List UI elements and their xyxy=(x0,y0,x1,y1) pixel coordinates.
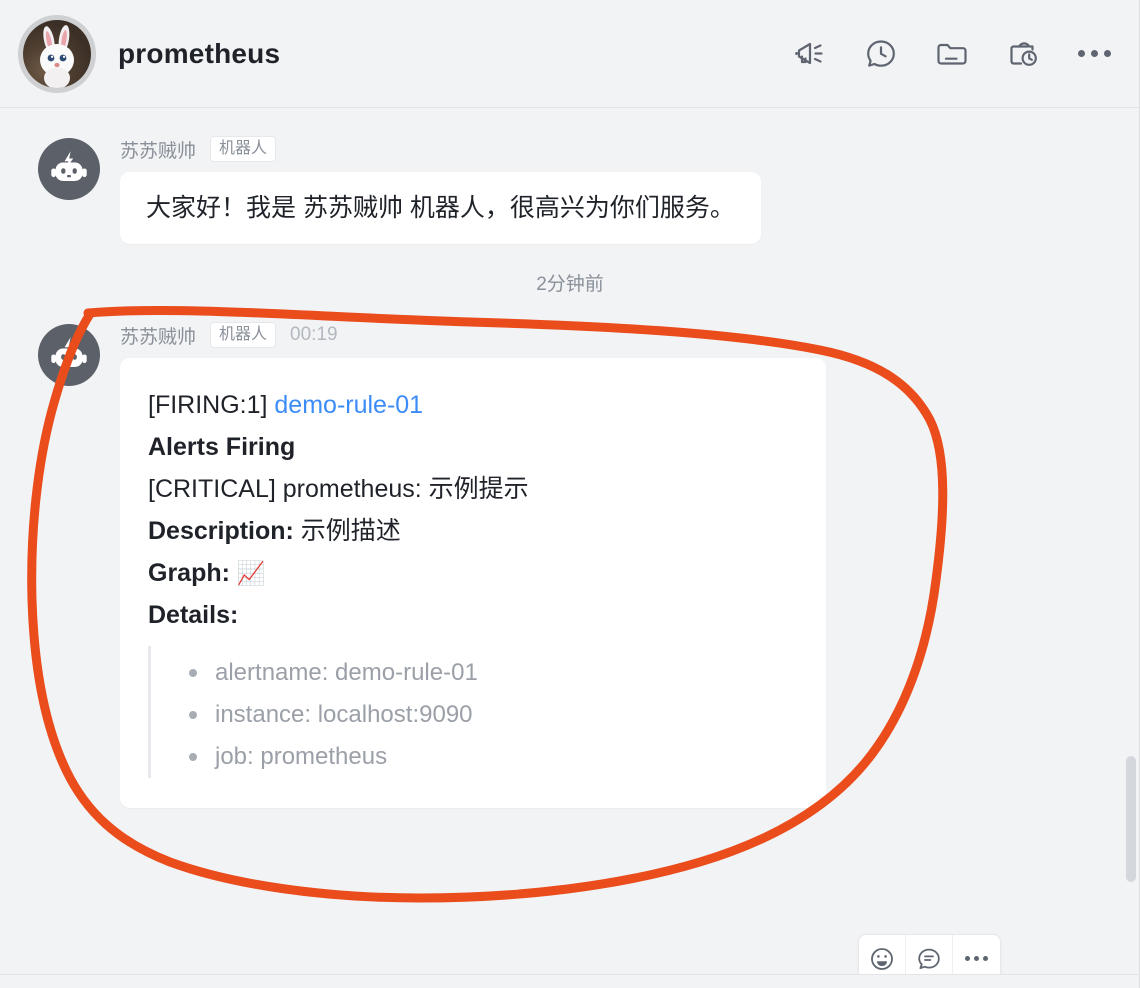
bot-badge: 机器人 xyxy=(210,135,277,163)
robot-avatar[interactable] xyxy=(38,138,100,200)
scrollbar[interactable] xyxy=(1126,110,1136,972)
chat-window: prometheus 苏苏贼帅 机器人 大家好！我是 苏苏贼帅 机器人，很高兴为… xyxy=(0,0,1140,988)
more-dots xyxy=(965,956,988,961)
more-dots xyxy=(1077,50,1111,57)
sender-name: 苏苏贼帅 xyxy=(120,326,197,348)
robot-face-icon xyxy=(51,337,87,368)
rabbit-illustration xyxy=(40,24,74,88)
alert-details-list: alertname: demo-rule-01 instance: localh… xyxy=(148,646,798,779)
folder-icon[interactable] xyxy=(932,34,972,74)
alert-summary: [CRITICAL] prometheus: 示例提示 xyxy=(148,475,529,504)
reply-button[interactable] xyxy=(906,935,953,974)
time-divider: 2分钟前 xyxy=(536,274,604,296)
message-meta: 苏苏贼帅 机器人 00:19 xyxy=(120,320,1114,350)
alert-details-label: Details: xyxy=(148,601,239,630)
more-icon[interactable] xyxy=(1074,34,1114,74)
message-body: 苏苏贼帅 机器人 大家好！我是 苏苏贼帅 机器人，很高兴为你们服务。 xyxy=(120,134,1114,245)
alert-title-prefix: [FIRING:1] xyxy=(148,391,275,420)
bot-badge: 机器人 xyxy=(210,322,277,349)
message-greeting: 苏苏贼帅 机器人 大家好！我是 苏苏贼帅 机器人，很高兴为你们服务。 xyxy=(0,134,1140,245)
message-bubble[interactable]: 大家好！我是 苏苏贼帅 机器人，很高兴为你们服务。 xyxy=(120,172,761,245)
schedule-icon[interactable] xyxy=(1003,34,1043,74)
alert-graph: Graph: 📈 xyxy=(148,552,798,594)
rabbit-photo-avatar xyxy=(23,19,91,88)
composer-divider xyxy=(0,974,1140,975)
alert-card[interactable]: [FIRING:1] demo-rule-01 Alerts Firing [C… xyxy=(120,358,826,809)
chat-header: prometheus xyxy=(0,0,1140,108)
message-body: 苏苏贼帅 机器人 00:19 [FIRING:1] demo-rule-01 A… xyxy=(120,320,1114,809)
sender-name: 苏苏贼帅 xyxy=(120,140,197,162)
list-item: job: prometheus xyxy=(173,736,798,778)
message-meta: 苏苏贼帅 机器人 xyxy=(120,134,1114,164)
list-item: alertname: demo-rule-01 xyxy=(173,652,798,694)
emoji-reaction-button[interactable] xyxy=(859,935,906,974)
message-alert: 苏苏贼帅 机器人 00:19 [FIRING:1] demo-rule-01 A… xyxy=(0,320,1140,809)
message-list[interactable]: 苏苏贼帅 机器人 大家好！我是 苏苏贼帅 机器人，很高兴为你们服务。 2分钟前 xyxy=(0,108,1140,974)
message-action-bar xyxy=(858,934,1001,974)
alert-title: [FIRING:1] demo-rule-01 xyxy=(148,384,798,426)
header-actions xyxy=(790,34,1114,74)
message-timestamp: 00:19 xyxy=(290,324,338,346)
list-item: instance: localhost:9090 xyxy=(173,694,798,736)
alert-graph-label: Graph: xyxy=(148,559,237,588)
alert-description: Description: 示例描述 xyxy=(148,510,798,552)
more-actions-button[interactable] xyxy=(953,935,1000,974)
announcement-icon[interactable] xyxy=(790,34,830,74)
page-title: prometheus xyxy=(118,37,281,69)
robot-avatar[interactable] xyxy=(38,324,100,387)
chart-increasing-icon: 📈 xyxy=(236,560,266,587)
group-avatar[interactable] xyxy=(18,14,96,93)
alert-description-label: Description: xyxy=(148,517,301,546)
scrollbar-thumb[interactable] xyxy=(1126,756,1136,882)
robot-face-icon xyxy=(51,151,87,181)
chat-history-icon[interactable] xyxy=(861,34,901,74)
alert-description-value: 示例描述 xyxy=(300,517,401,546)
alert-heading: Alerts Firing xyxy=(148,433,296,462)
alert-rule-link[interactable]: demo-rule-01 xyxy=(274,391,423,419)
